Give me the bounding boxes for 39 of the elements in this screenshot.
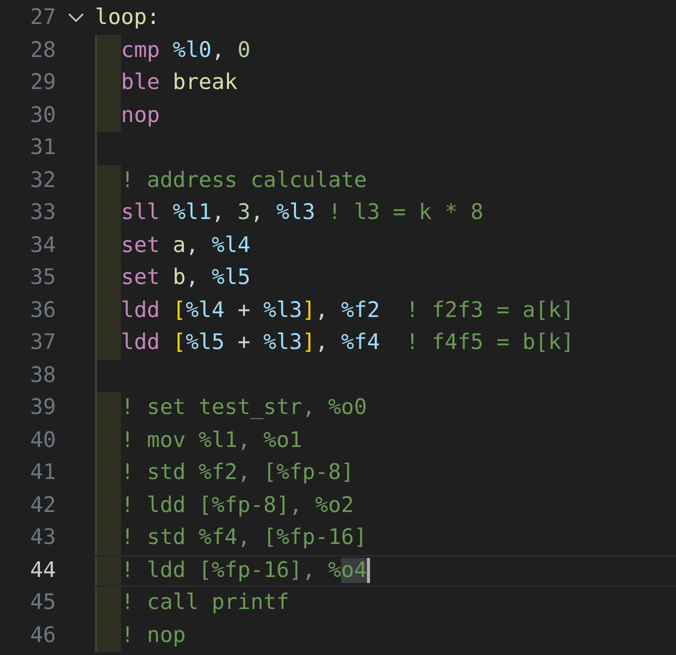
line-number: 38: [29, 362, 56, 390]
line-number: 29: [29, 69, 56, 97]
line-number: 46: [29, 622, 56, 650]
line-number: 42: [29, 492, 56, 520]
line-number: 33: [29, 199, 56, 227]
line-number: 31: [29, 134, 56, 162]
line-number: 32: [29, 166, 56, 194]
code-line: ble break: [121, 69, 238, 97]
code-line: ! ldd [%fp-8], %o2: [121, 492, 354, 520]
line-number: 35: [29, 264, 56, 292]
code-line: sll %l1, 3, %l3 ! l3 = k * 8: [121, 199, 484, 227]
code-line: loop:: [95, 4, 160, 32]
code-line: set a, %l4: [121, 232, 250, 260]
line-number: 45: [29, 589, 56, 617]
line-number: 40: [29, 426, 56, 454]
code-line: ! address calculate: [121, 166, 367, 194]
code-line: ! std %f4, [%fp-16]: [121, 524, 367, 552]
line-number: 43: [29, 524, 56, 552]
code-line: set b, %l5: [121, 264, 250, 292]
line-number: 41: [29, 459, 56, 487]
code-line: ldd [%l5 + %l3], %f4 ! f4f5 = b[k]: [121, 329, 574, 357]
line-number: 36: [29, 296, 56, 324]
code-line: ! set test_str, %o0: [121, 394, 367, 422]
line-number: 39: [29, 394, 56, 422]
code-line: ! ldd [%fp-16], %o4: [121, 556, 370, 585]
chevron-icon[interactable]: [68, 13, 84, 24]
code-line: ! nop: [121, 622, 186, 650]
code-line: cmp %l0, 0: [121, 36, 250, 64]
line-number: 37: [29, 329, 56, 357]
code-line: ! std %f2, [%fp-8]: [121, 459, 354, 487]
line-number: 34: [29, 232, 56, 260]
line-number: 27: [29, 4, 56, 32]
code-line: ! call printf: [121, 589, 290, 617]
line-number: 30: [29, 102, 56, 130]
line-number: 28: [29, 36, 56, 64]
code-line: ! mov %l1, %o1: [121, 426, 302, 454]
line-number: 44: [29, 556, 56, 584]
code-line: ldd [%l4 + %l3], %f2 ! f2f3 = a[k]: [121, 296, 574, 324]
code-line: nop: [121, 102, 160, 130]
